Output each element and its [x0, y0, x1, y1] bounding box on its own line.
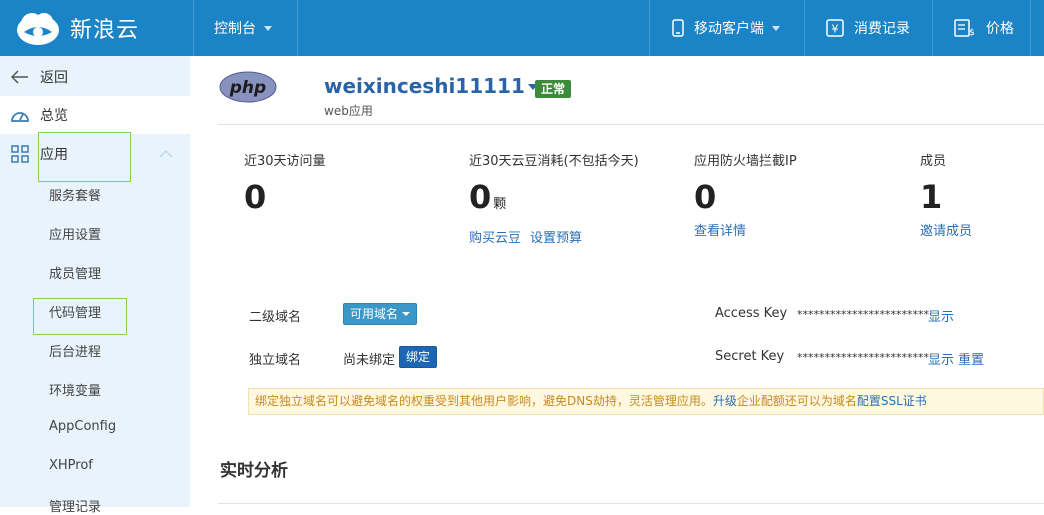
- beans-value: 0: [469, 178, 492, 216]
- price-list-icon: $: [954, 19, 975, 37]
- chevron-down-icon: [402, 312, 411, 316]
- set-budget-link[interactable]: 设置预算: [530, 227, 582, 246]
- php-logo-text: php: [229, 78, 266, 98]
- price-label: 价格: [986, 21, 1014, 37]
- visits-value: 0: [244, 178, 267, 216]
- logo-text: 新浪云: [70, 18, 140, 43]
- highlight-box: [33, 298, 127, 335]
- grid-apps-icon: [0, 145, 40, 163]
- divider: [193, 0, 194, 56]
- buy-beans-link[interactable]: 购买云豆: [469, 227, 521, 246]
- members-label: 成员: [920, 154, 947, 169]
- yuan-receipt-icon: ¥: [826, 19, 844, 37]
- sidebar-item-overview[interactable]: 总览: [0, 96, 190, 134]
- sidebar-overview-label: 总览: [40, 108, 68, 124]
- upgrade-link[interactable]: 升级: [713, 394, 737, 408]
- secret-key-label: Secret Key: [715, 349, 785, 364]
- secret-key-value: ************************: [797, 351, 929, 364]
- sidebar-item-app-settings[interactable]: 应用设置: [49, 224, 101, 243]
- billing-link[interactable]: ¥ 消费记录: [826, 0, 910, 56]
- mobile-phone-icon: [672, 19, 684, 37]
- view-details-link[interactable]: 查看详情: [694, 220, 746, 239]
- app-name: weixinceshi11111: [324, 74, 525, 98]
- realtime-analysis-title: 实时分析: [220, 461, 288, 481]
- secret-key-reset-link[interactable]: 重置: [958, 349, 984, 368]
- divider: [218, 503, 1044, 504]
- sidebar-back-label: 返回: [40, 70, 68, 86]
- status-badge: 正常: [535, 80, 572, 98]
- console-label: 控制台: [214, 21, 256, 37]
- console-menu[interactable]: 控制台: [214, 0, 272, 56]
- sidebar-item-members[interactable]: 成员管理: [49, 263, 101, 282]
- members-value: 1: [920, 178, 943, 216]
- sidebar-back[interactable]: 返回: [0, 58, 190, 96]
- secret-key-show-link[interactable]: 显示: [928, 349, 954, 368]
- divider: [218, 124, 1044, 125]
- bind-domain-button[interactable]: 绑定: [399, 346, 438, 368]
- sidebar-item-appconfig[interactable]: AppConfig: [49, 419, 116, 434]
- visits-label: 近30天访问量: [244, 154, 326, 169]
- highlight-box: [38, 132, 131, 182]
- svg-text:¥: ¥: [832, 23, 839, 36]
- invite-member-link[interactable]: 邀请成员: [920, 220, 972, 239]
- chevron-up-icon: [159, 149, 173, 158]
- mobile-client-label: 移动客户端: [694, 21, 764, 37]
- sina-cloud-logo[interactable]: 新浪云: [14, 6, 190, 50]
- divider: [932, 0, 933, 56]
- firewall-value: 0: [694, 178, 717, 216]
- dashboard-gauge-icon: [0, 107, 40, 123]
- sidebar-item-manage-log[interactable]: 管理记录: [49, 496, 101, 515]
- beans-unit: 颗: [493, 197, 507, 212]
- top-navbar: 新浪云 控制台 移动客户端 ¥ 消费记录 $ 价格: [0, 0, 1044, 56]
- app-type: web应用: [324, 104, 373, 118]
- access-key-show-link[interactable]: 显示: [928, 306, 954, 325]
- domain-notice: 绑定独立域名可以避免域名的权重受到其他用户影响，避免DNS劫持，灵活管理应用。升…: [248, 388, 1044, 415]
- sidebar-item-service-plan[interactable]: 服务套餐: [49, 185, 101, 204]
- divider: [649, 0, 650, 56]
- custom-domain-label: 独立域名: [249, 353, 302, 368]
- sidebar-item-xhprof[interactable]: XHProf: [49, 458, 93, 473]
- notice-text-1: 绑定独立域名可以避免域名的权重受到其他用户影响，避免DNS劫持，灵活管理应用。: [255, 394, 713, 408]
- divider: [297, 0, 298, 56]
- beans-value-group: 0颗: [469, 178, 506, 216]
- divider: [1030, 0, 1031, 56]
- access-key-value: ************************: [797, 308, 929, 321]
- mobile-client-menu[interactable]: 移动客户端: [672, 0, 780, 56]
- custom-domain-status: 尚未绑定: [343, 353, 396, 368]
- billing-label: 消费记录: [854, 21, 910, 37]
- available-domains-button[interactable]: 可用域名: [343, 303, 418, 325]
- php-logo: php: [219, 71, 277, 103]
- available-domains-label: 可用域名: [350, 307, 399, 321]
- app-name-dropdown[interactable]: weixinceshi11111: [324, 74, 538, 98]
- ssl-config-link[interactable]: 配置SSL证书: [857, 394, 927, 408]
- subdomain-label: 二级域名: [249, 310, 302, 325]
- firewall-label: 应用防火墙拦截IP: [694, 154, 797, 169]
- sidebar-item-background-process[interactable]: 后台进程: [49, 341, 101, 360]
- cloud-logo-icon: [17, 13, 59, 45]
- sidebar-item-env-vars[interactable]: 环境变量: [49, 380, 101, 399]
- access-key-label: Access Key: [715, 306, 788, 321]
- price-link[interactable]: $ 价格: [954, 0, 1014, 56]
- divider: [804, 0, 805, 56]
- svg-text:$: $: [969, 28, 975, 37]
- chevron-down-icon: [772, 25, 780, 31]
- notice-text-2: 企业配额还可以为域名: [736, 394, 857, 408]
- chevron-down-icon: [264, 25, 272, 31]
- arrow-left-icon: [0, 70, 40, 84]
- beans-label: 近30天云豆消耗(不包括今天): [469, 154, 639, 169]
